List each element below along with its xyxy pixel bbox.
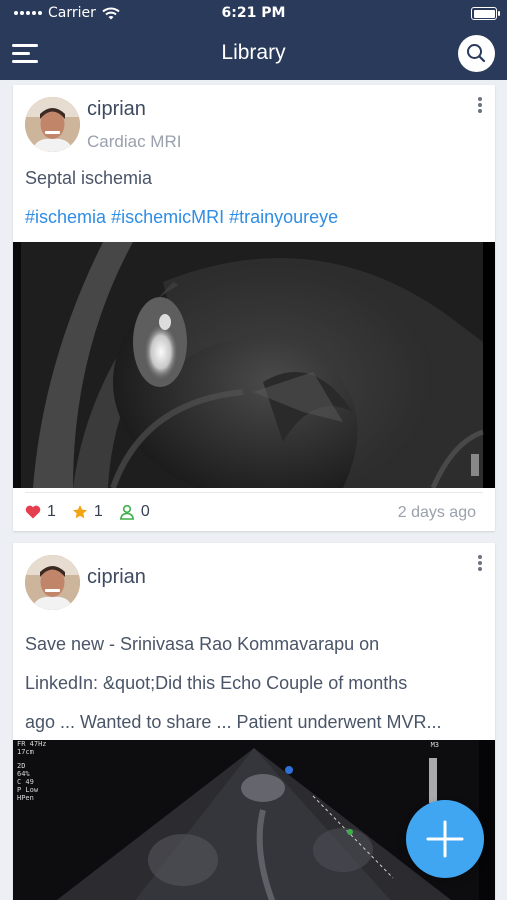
kebab-icon[interactable] [475, 555, 485, 575]
plus-icon [426, 820, 464, 858]
post-card[interactable]: ciprian Cardiac MRI Septal ischemia #isc… [13, 85, 495, 531]
kebab-icon[interactable] [475, 97, 485, 117]
echo-overlay-line: P Low [17, 786, 39, 794]
battery-icon [471, 7, 500, 20]
echo-overlay: FR 47Hz 17cm 2D 64% C 49 P Low HPen [17, 740, 47, 802]
top-nav: Library [0, 28, 507, 80]
post-author[interactable]: ciprian [87, 566, 146, 589]
post-text-line: LinkedIn: &quot;Did this Echo Couple of … [25, 673, 408, 693]
search-button[interactable] [458, 35, 495, 72]
like-count: 1 [47, 503, 56, 520]
hashtag-link[interactable]: #ischemicMRI [111, 207, 224, 227]
follow-count: 0 [140, 503, 150, 520]
follow-stat[interactable]: 0 [119, 503, 150, 521]
echo-overlay-line: 17cm [17, 748, 34, 756]
post-text-line: Save new - Srinivasa Rao Kommavarapu on [25, 634, 380, 654]
hashtag-link[interactable]: #ischemia [25, 207, 106, 227]
library-feed: ciprian Cardiac MRI Septal ischemia #isc… [0, 80, 507, 900]
avatar[interactable] [25, 97, 80, 152]
post-tags: #ischemia #ischemicMRI #trainyoureye [25, 207, 338, 228]
divider [25, 492, 483, 493]
star-icon [72, 505, 87, 519]
echo-overlay-line: 64% [17, 770, 30, 778]
mri-image [13, 242, 495, 488]
post-stats: 1 1 0 [25, 503, 150, 521]
star-count: 1 [93, 503, 103, 520]
status-time: 6:21 PM [221, 5, 286, 21]
echo-overlay-line: HPen [17, 794, 34, 802]
add-post-button[interactable] [406, 800, 484, 878]
status-bar: Carrier 6:21 PM [0, 0, 507, 28]
echo-overlay-line: 2D [17, 762, 26, 770]
user-icon [119, 504, 134, 520]
post-image[interactable] [13, 242, 495, 488]
star-stat[interactable]: 1 [72, 503, 103, 521]
avatar[interactable] [25, 555, 80, 610]
post-text: Save new - Srinivasa Rao Kommavarapu on … [25, 625, 487, 742]
echo-overlay-line: FR 47Hz [17, 740, 47, 748]
post-age: 2 days ago [397, 504, 476, 521]
page-title: Library [221, 41, 286, 64]
post-text-line: ago ... Wanted to share ... Patient unde… [25, 712, 442, 732]
search-icon [467, 44, 486, 63]
post-author[interactable]: ciprian [87, 98, 146, 121]
heart-icon [25, 505, 41, 519]
hashtag-link[interactable]: #trainyoureye [229, 207, 338, 227]
echo-corner-label: M3 [430, 741, 439, 749]
echo-overlay-line: C 49 [17, 778, 34, 786]
like-stat[interactable]: 1 [25, 503, 56, 521]
post-category: Cardiac MRI [87, 132, 182, 151]
post-text: Septal ischemia [25, 168, 153, 188]
